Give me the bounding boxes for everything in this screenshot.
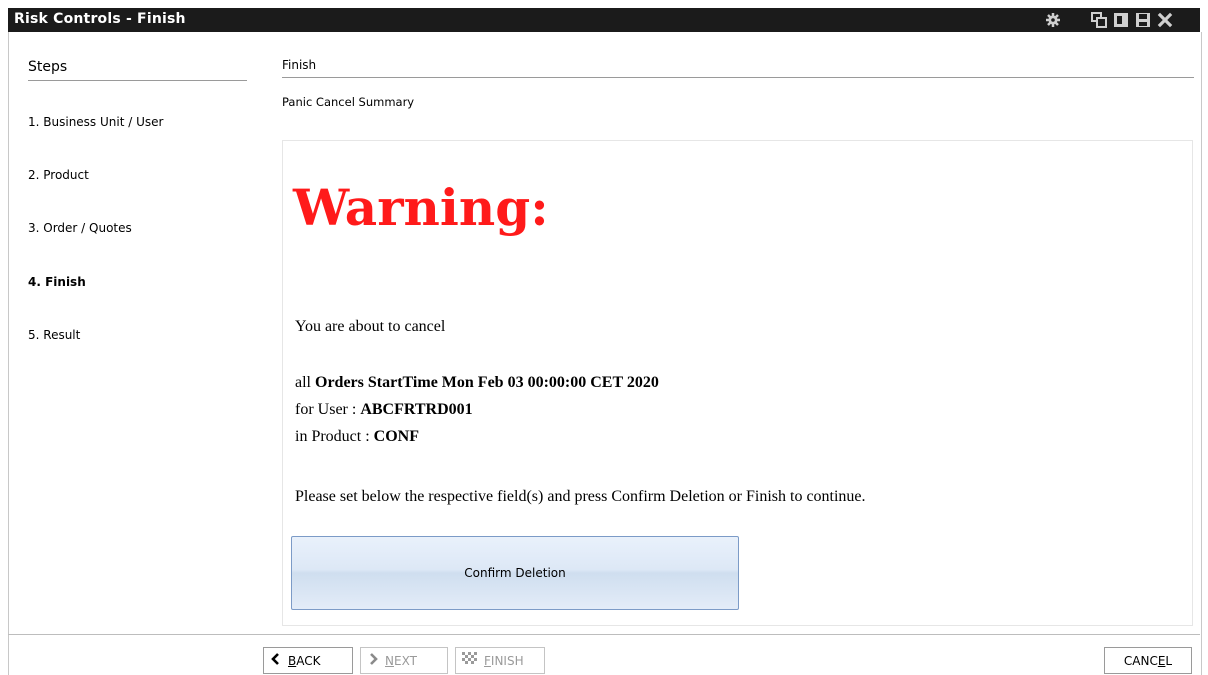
next-button[interactable]: NEXT — [360, 647, 448, 674]
instruction-text: Please set below the respective field(s)… — [295, 488, 866, 505]
detach-window-icon[interactable] — [1112, 11, 1130, 29]
window-title: Risk Controls - Finish — [14, 11, 186, 27]
page-subtitle: Panic Cancel Summary — [282, 95, 415, 109]
back-button[interactable]: BACK — [263, 647, 353, 674]
steps-divider — [28, 80, 247, 81]
step-product[interactable]: 2. Product — [28, 168, 89, 182]
cancel-button[interactable]: CANCEL — [1104, 647, 1192, 674]
finish-label: FINISH — [484, 653, 524, 668]
user-line-value: ABCFRTRD001 — [360, 401, 473, 418]
product-line: in Product : CONF — [295, 428, 419, 446]
orders-line-prefix: all — [295, 374, 311, 391]
product-line-prefix: in Product : — [295, 428, 370, 445]
back-label: BACK — [288, 653, 321, 668]
step-order-quotes[interactable]: 3. Order / Quotes — [28, 221, 132, 235]
footer-divider — [8, 634, 1200, 635]
product-line-value: CONF — [373, 428, 419, 445]
close-icon[interactable] — [1156, 11, 1174, 29]
user-line-prefix: for User : — [295, 401, 357, 418]
title-divider — [282, 77, 1194, 78]
intro-text: You are about to cancel — [295, 318, 446, 335]
steps-heading: Steps — [28, 59, 68, 75]
confirm-deletion-label: Confirm Deletion — [464, 566, 566, 580]
orders-line-value: Orders StartTime Mon Feb 03 00:00:00 CET… — [315, 374, 659, 391]
step-business-unit-user[interactable]: 1. Business Unit / User — [28, 115, 163, 129]
restore-window-icon[interactable] — [1090, 11, 1108, 29]
confirm-deletion-button[interactable]: Confirm Deletion — [291, 536, 739, 610]
settings-gear-icon[interactable] — [1044, 11, 1062, 29]
page-title: Finish — [282, 58, 317, 72]
user-line: for User : ABCFRTRD001 — [295, 401, 473, 419]
chevron-right-icon — [367, 653, 379, 668]
cancel-label: CANCEL — [1123, 653, 1173, 668]
save-window-icon[interactable] — [1134, 11, 1152, 29]
window-titlebar: Risk Controls - Finish — [8, 8, 1200, 32]
warning-heading: Warning: — [293, 178, 549, 237]
chevron-left-icon — [270, 653, 282, 668]
orders-line: all Orders StartTime Mon Feb 03 00:00:00… — [295, 374, 659, 392]
step-result[interactable]: 5. Result — [28, 328, 80, 342]
step-finish[interactable]: 4. Finish — [28, 275, 86, 289]
checkered-flag-icon — [462, 652, 478, 669]
next-label: NEXT — [385, 653, 417, 668]
finish-button[interactable]: FINISH — [455, 647, 545, 674]
